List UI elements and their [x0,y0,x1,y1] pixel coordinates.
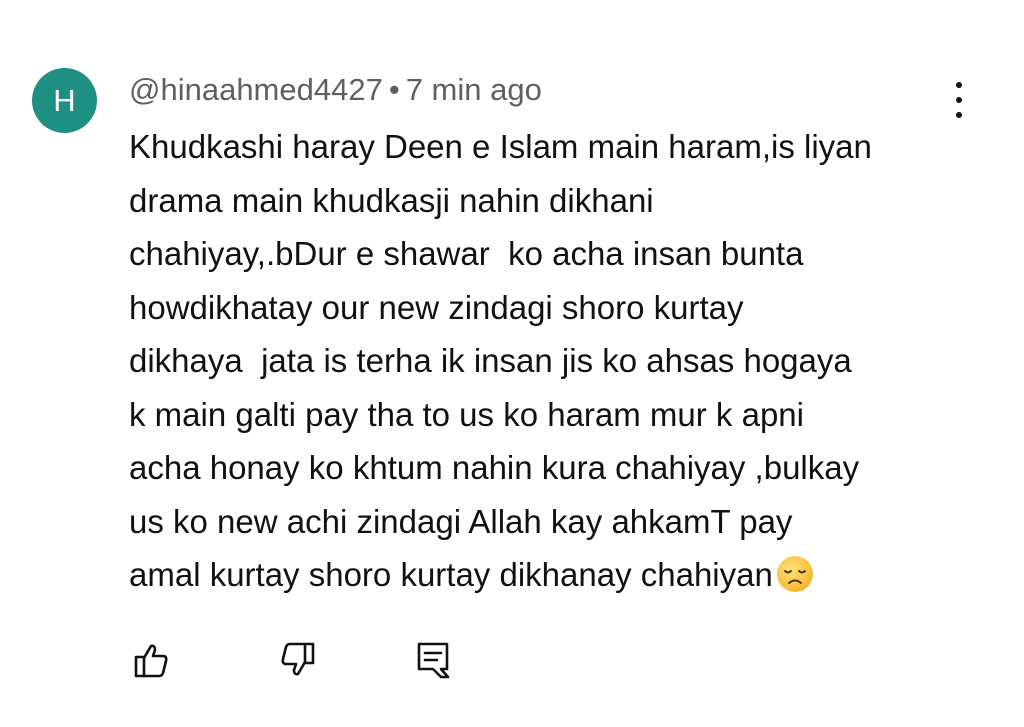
comment-actions [0,636,1024,686]
comment-line: acha honay ko khtum nahin kura chahiyay … [129,449,860,486]
comment-item: H @hinaahmed4427 • 7 min ago Khudkashi har… [0,0,1024,727]
avatar-letter: H [53,82,76,118]
comment-line: amal kurtay shoro kurtay dikhanay chahiy… [129,556,773,593]
reply-comment-icon [417,642,450,679]
thumbs-up-icon [134,644,168,678]
meta-separator: • [388,72,400,107]
reply-button[interactable] [409,636,457,684]
comment-line: dikhaya jata is terha ik insan jis ko ah… [129,342,852,379]
more-vertical-icon[interactable] [946,82,972,118]
comment-line: howdikhatay our new zindagi shoro kurtay [129,288,744,326]
comment-line: Khudkashi haray Deen e Islam main haram,… [129,128,872,165]
like-button[interactable] [127,636,175,684]
comment-timestamp[interactable]: 7 min ago [406,72,542,107]
comment-line: k main galti pay tha to us ko haram mur … [129,395,804,433]
comment-header: @hinaahmed4427 • 7 min ago [129,70,542,110]
thumbs-down-icon [281,642,315,676]
dislike-button[interactable] [274,636,322,684]
disappointed-face-emoji [776,556,813,592]
avatar[interactable]: H [32,68,97,133]
author-name[interactable]: @hinaahmed4427 [129,72,383,107]
comment-line: us ko new achi zindagi Allah kay ahkamT … [129,502,793,540]
comment-body: Khudkashi haray Deen e Islam main haram,… [129,120,989,602]
comment-line: chahiyay,.bDur e shawar ko acha insan bu… [129,235,804,272]
comment-line: drama main khudkasji nahin dikhani [129,181,654,219]
